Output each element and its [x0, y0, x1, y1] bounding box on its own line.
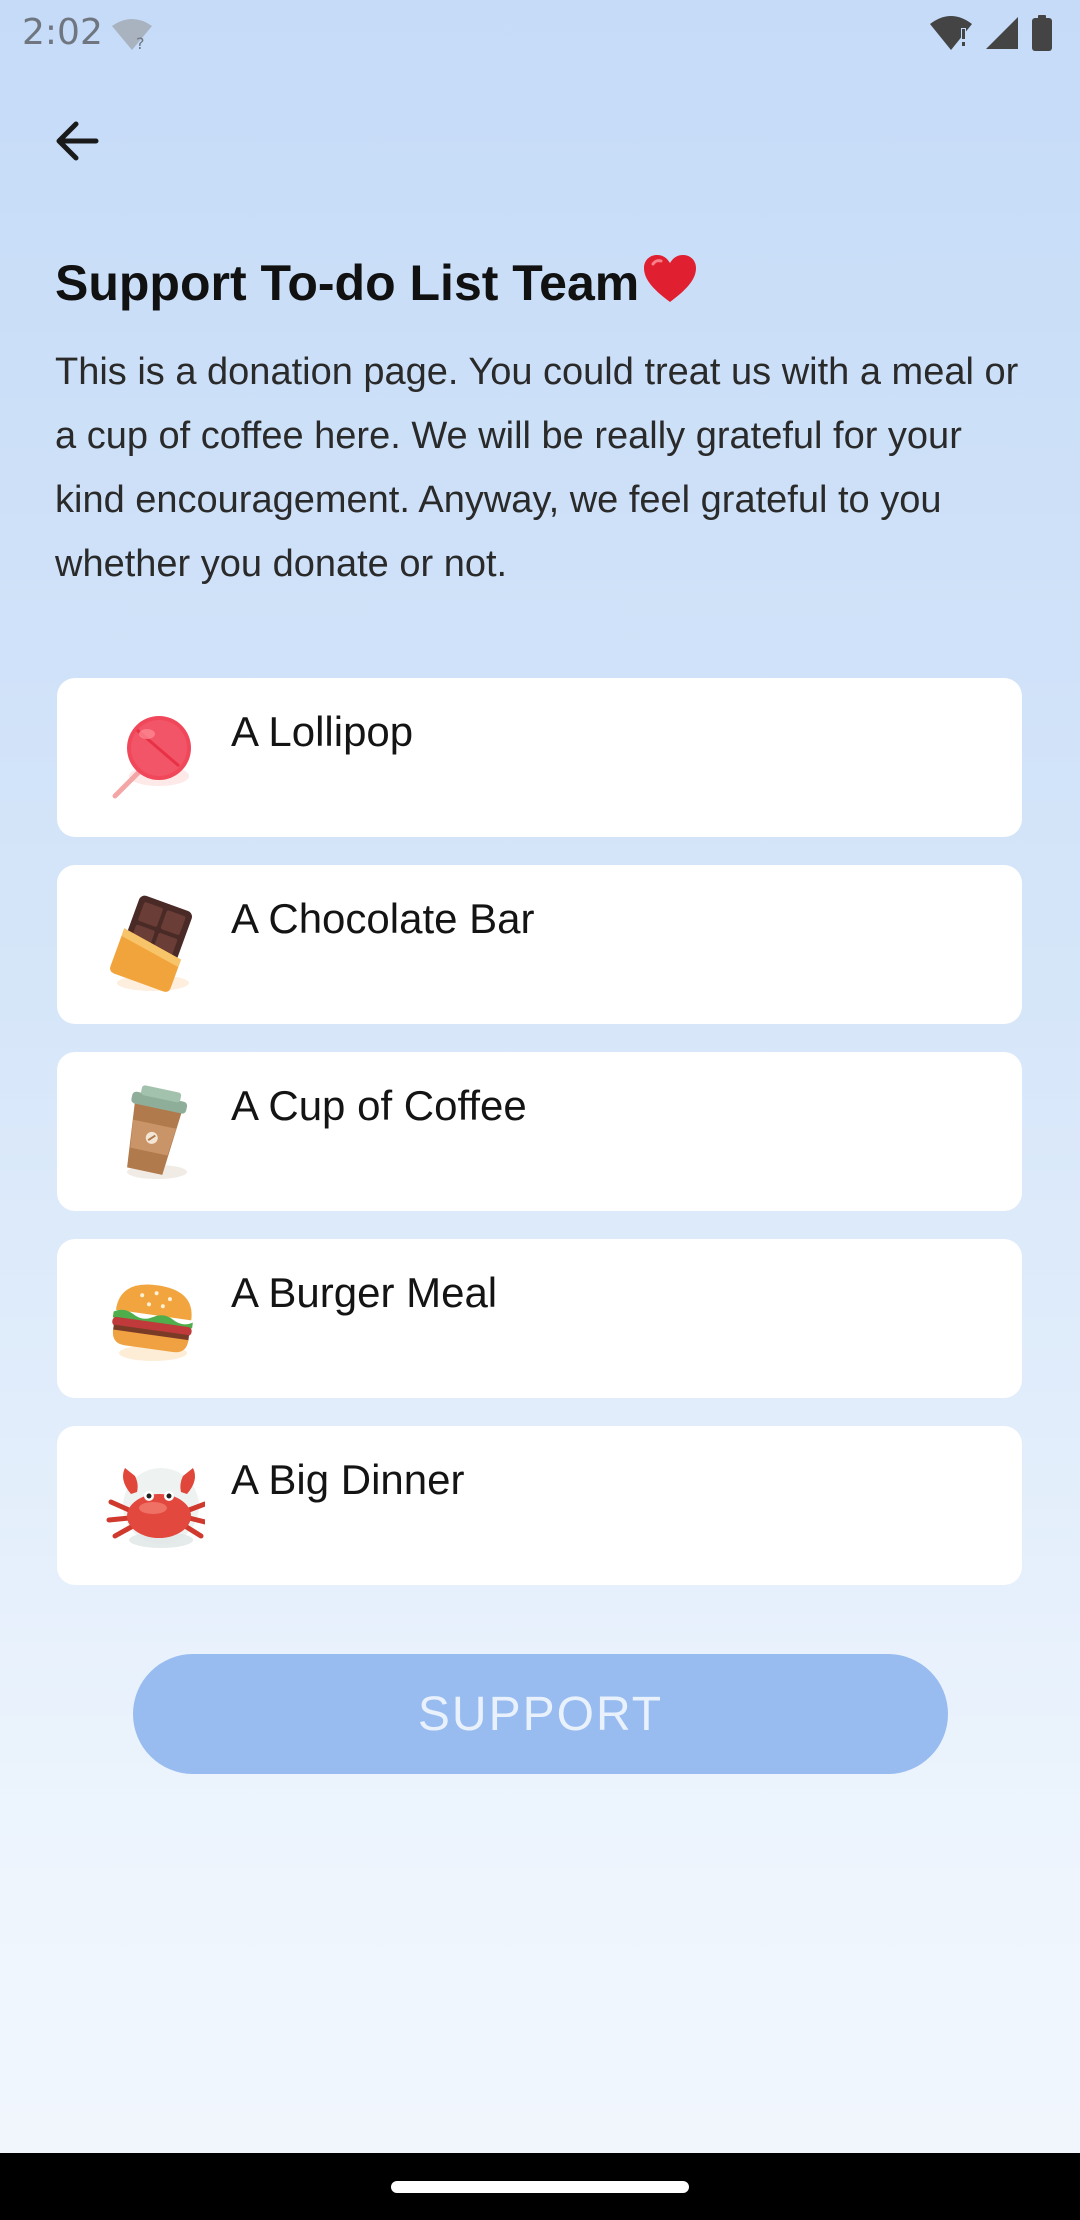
chocolate-bar-icon [101, 893, 205, 997]
support-button[interactable]: SUPPORT [133, 1654, 948, 1774]
option-label: A Big Dinner [231, 1456, 465, 1503]
status-bar: 2:02 ? [0, 0, 1080, 66]
option-big-dinner[interactable]: A Big Dinner [57, 1426, 1022, 1585]
coffee-cup-icon [101, 1080, 205, 1184]
option-label: A Burger Meal [231, 1269, 498, 1316]
donation-options-list: A Lollipop A Chocolate Bar A Cup of Coff… [57, 678, 1022, 1613]
navigation-bar [0, 2153, 1080, 2220]
option-label: A Cup of Coffee [231, 1082, 527, 1129]
lollipop-icon [101, 706, 205, 810]
option-chocolate-bar[interactable]: A Chocolate Bar [57, 865, 1022, 1024]
signal-icon [984, 15, 1020, 56]
option-burger[interactable]: A Burger Meal [57, 1239, 1022, 1398]
home-indicator[interactable] [391, 2181, 689, 2193]
option-coffee[interactable]: A Cup of Coffee [57, 1052, 1022, 1211]
arrow-left-icon [52, 116, 102, 171]
page-description: This is a donation page. You could treat… [55, 351, 1019, 585]
svg-text:?: ? [136, 34, 145, 52]
heart-icon [641, 252, 699, 318]
back-button[interactable] [44, 110, 110, 176]
status-time: 2:02 [22, 12, 103, 53]
burger-icon [101, 1267, 205, 1371]
option-lollipop[interactable]: A Lollipop [57, 678, 1022, 837]
page-title: Support To-do List Team [55, 252, 699, 318]
wifi-alert-icon [928, 14, 974, 57]
battery-icon [1030, 14, 1054, 57]
wifi-unknown-icon: ? [110, 16, 154, 57]
option-label: A Chocolate Bar [231, 895, 535, 942]
option-label: A Lollipop [231, 708, 414, 755]
page-title-text: Support To-do List Team [55, 255, 640, 311]
crab-icon [101, 1454, 208, 1558]
